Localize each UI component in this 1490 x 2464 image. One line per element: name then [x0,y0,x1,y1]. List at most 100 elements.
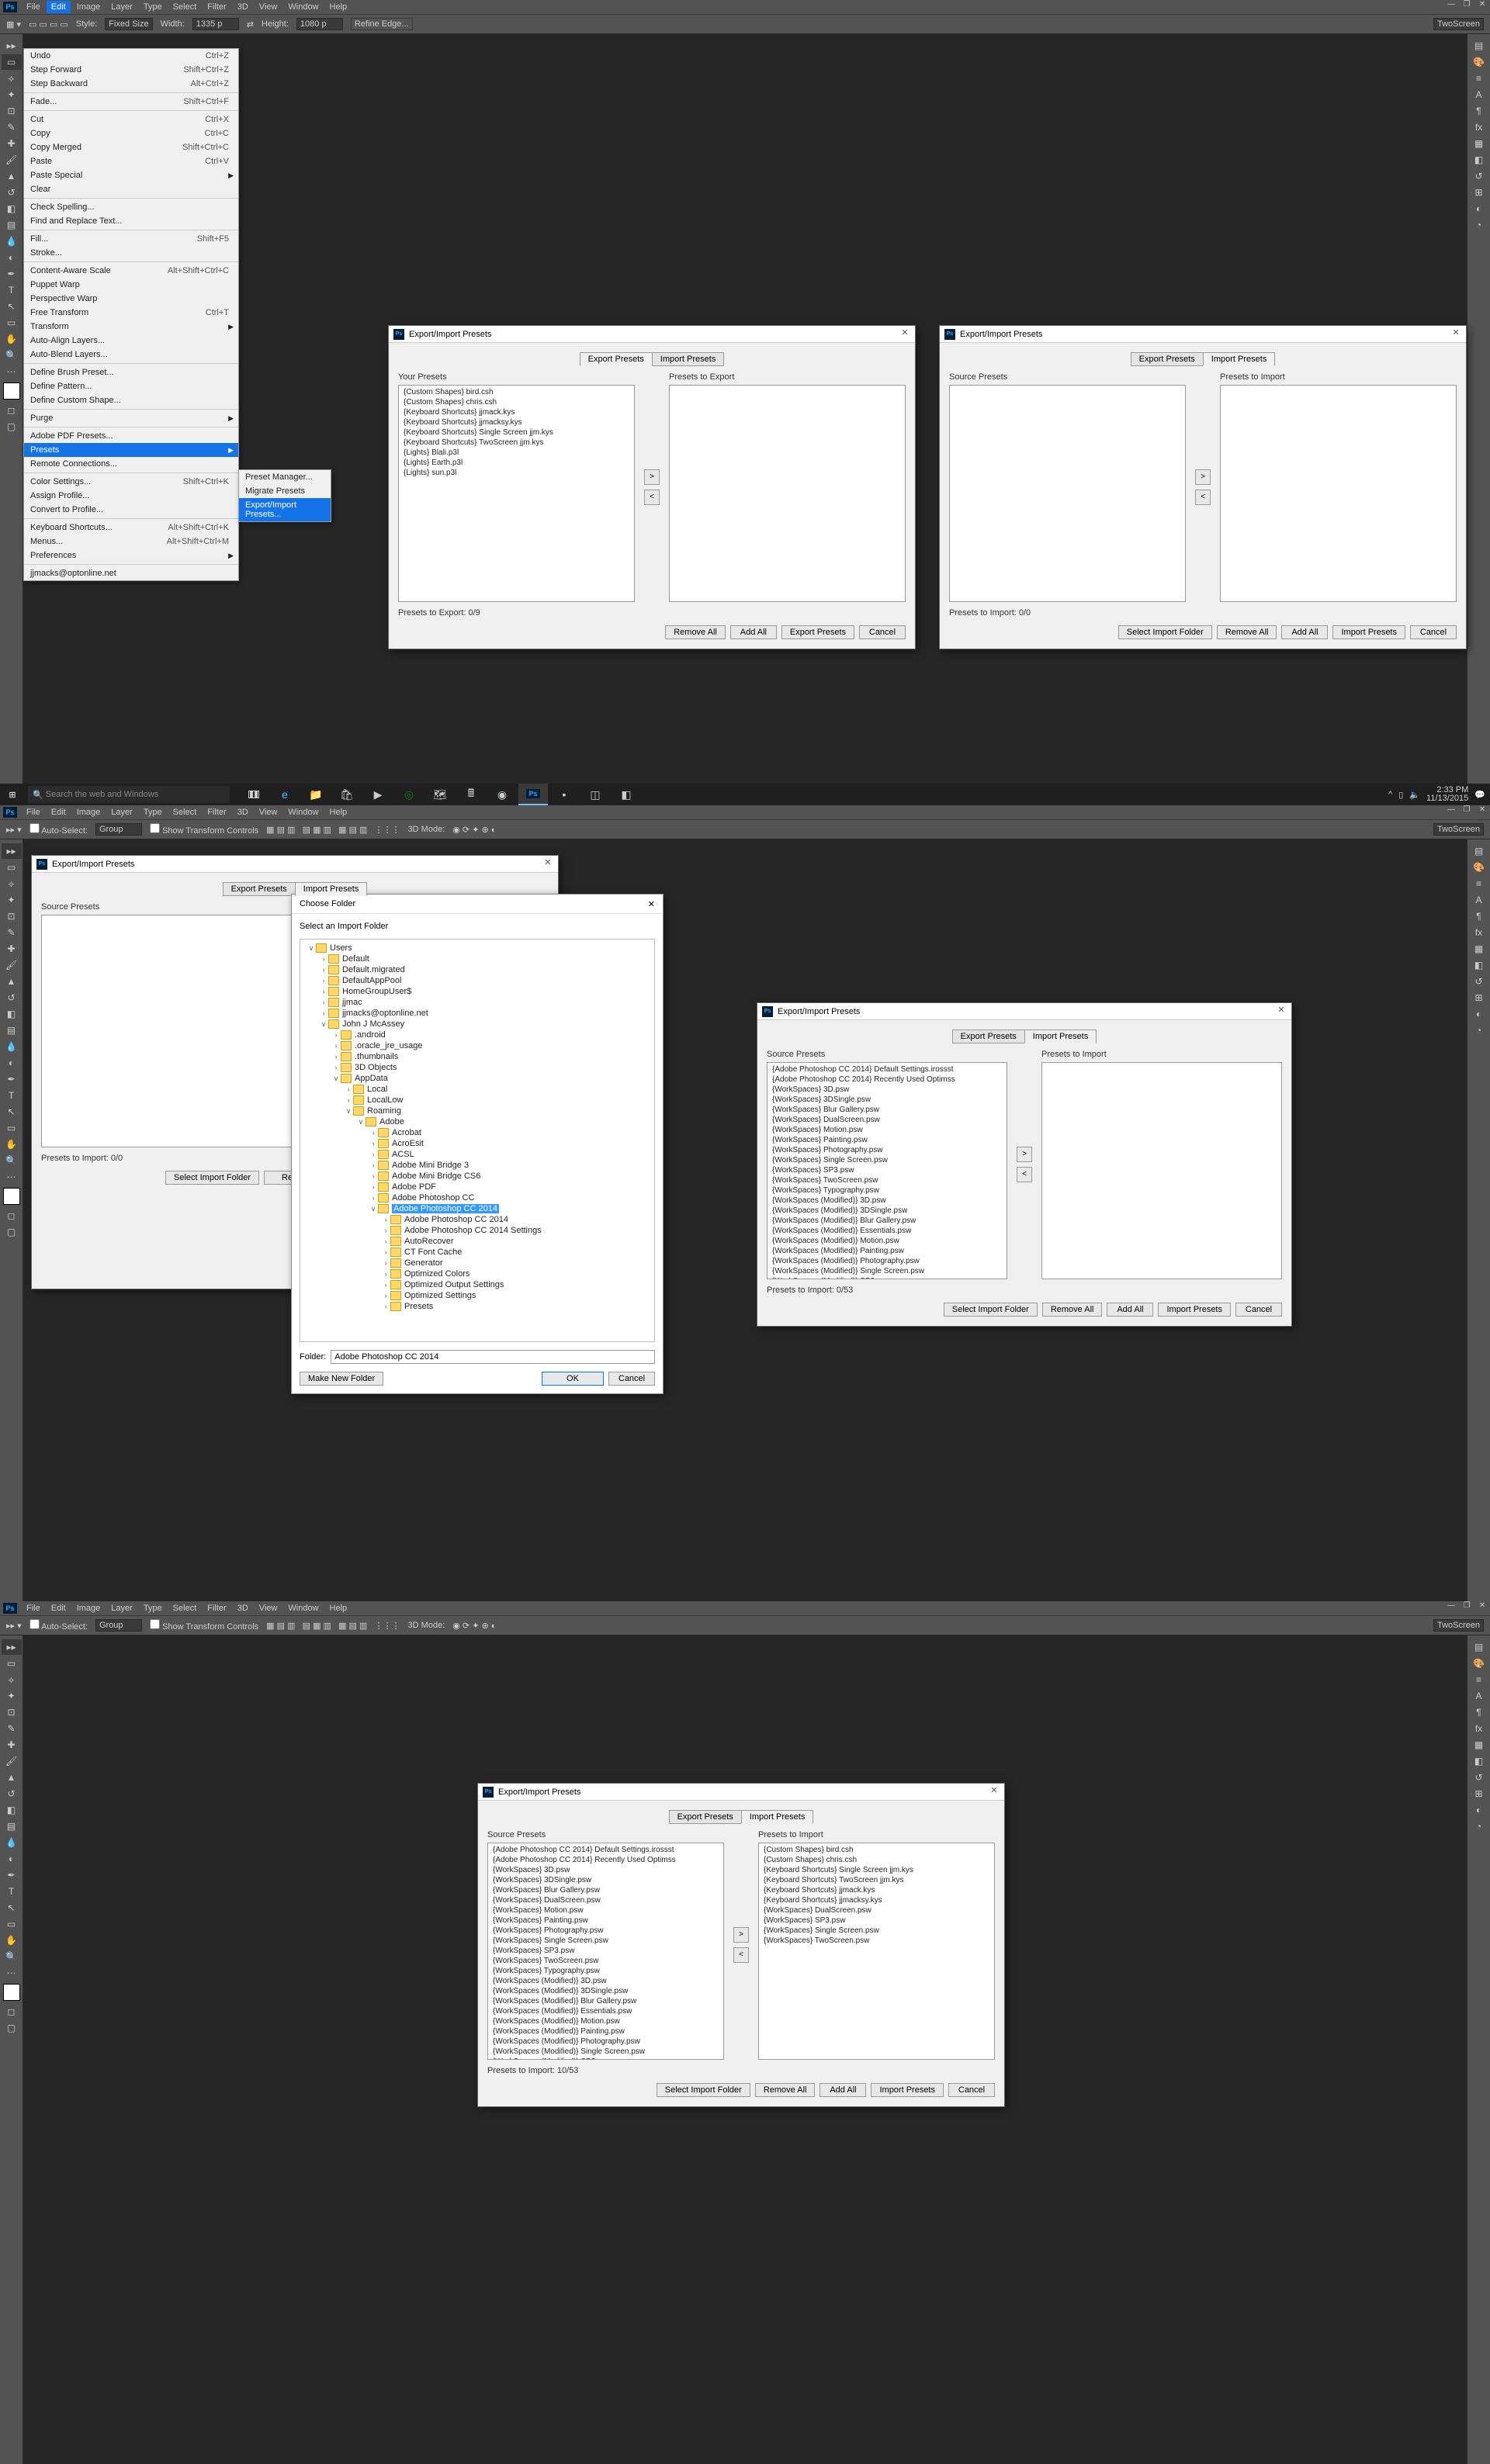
add-button[interactable]: > [644,469,660,485]
tree-row[interactable]: ›Presets [303,1301,651,1312]
tree-row[interactable]: ›Optimized Output Settings [303,1279,651,1290]
tree-row[interactable]: ›Adobe PDF [303,1182,651,1192]
menu-item[interactable]: Color Settings...Shift+Ctrl+K [24,475,238,489]
add-all-button[interactable]: Add All [1107,1303,1153,1317]
list-item[interactable]: {WorkSpaces (Modified)} Blur Gallery.psw [769,1216,1005,1226]
menu-item[interactable]: Purge▶ [24,411,238,425]
menu-filter[interactable]: Filter [203,806,230,818]
import-presets-button[interactable]: Import Presets [1158,1303,1231,1317]
list-item[interactable]: {WorkSpaces} 3D.psw [769,1085,1005,1095]
collapsed-panels[interactable]: ▤🎨≡ A¶fx ▦◧↺ ⊞◐◔ [1467,34,1490,784]
cancel-button[interactable]: Cancel [1410,625,1457,639]
menu-item[interactable]: Transform▶ [24,320,238,334]
presets-to-import-list[interactable] [1041,1062,1282,1279]
menu-item[interactable]: Step BackwardAlt+Ctrl+Z [24,77,238,91]
list-item[interactable]: {Lights} Blali.p3l [400,448,632,458]
menu-item[interactable]: Define Brush Preset... [24,365,238,379]
remove-button[interactable]: < [1195,490,1211,505]
remove-all-button[interactable]: Remove All [755,2083,816,2097]
list-item[interactable]: {WorkSpaces (Modified)} Single Screen.ps… [769,1266,1005,1276]
close-icon[interactable]: ✕ [1274,1005,1288,1017]
menu-item[interactable]: Copy MergedShift+Ctrl+C [24,140,238,154]
menu-item[interactable]: UndoCtrl+Z [24,49,238,63]
tree-row[interactable]: ›LocalLow [303,1095,651,1106]
menu-item[interactable]: Adobe PDF Presets... [24,429,238,443]
workspace-switcher[interactable]: TwoScreen [1433,823,1484,836]
list-item[interactable]: {WorkSpaces (Modified)} SP3.psw [769,1276,1005,1279]
remove-button[interactable]: < [1017,1167,1032,1182]
list-item[interactable]: {WorkSpaces} Photography.psw [490,1926,722,1936]
width-field[interactable]: 1335 p [192,18,239,30]
ok-button[interactable]: OK [542,1372,604,1386]
menu-item[interactable]: Define Custom Shape... [24,393,238,407]
menu-item[interactable]: Auto-Align Layers... [24,334,238,348]
menu-file[interactable]: File [22,806,45,818]
menu-item[interactable]: Menus...Alt+Shift+Ctrl+M [24,535,238,549]
submenu-item[interactable]: Export/Import Presets... [239,498,331,521]
list-item[interactable]: {Keyboard Shortcuts} jjmacksy.kys [761,1895,993,1905]
menu-layer[interactable]: Layer [106,806,137,818]
menu-item[interactable]: Fill...Shift+F5 [24,232,238,246]
list-item[interactable]: {WorkSpaces} DualScreen.psw [490,1895,722,1905]
folder-tree[interactable]: ∨Users›Default›Default.migrated›DefaultA… [300,939,655,1342]
cancel-button[interactable]: Cancel [1235,1303,1282,1317]
menu-window[interactable]: Window [283,1602,323,1614]
list-item[interactable]: {WorkSpaces} SP3.psw [761,1915,993,1926]
list-item[interactable]: {Custom Shapes} chris.csh [761,1855,993,1865]
menu-item[interactable]: Remote Connections... [24,457,238,471]
tree-row[interactable]: ›Default [303,953,651,964]
list-item[interactable]: {WorkSpaces} Typography.psw [490,1966,722,1976]
tray-battery-icon[interactable]: ▯ [1398,790,1403,800]
list-item[interactable]: {Adobe Photoshop CC 2014} Default Settin… [769,1064,1005,1075]
add-all-button[interactable]: Add All [730,625,777,639]
menu-filter[interactable]: Filter [203,1602,230,1614]
menu-window[interactable]: Window [283,1,323,13]
list-item[interactable]: {Custom Shapes} bird.csh [761,1845,993,1855]
tree-row[interactable]: ∨Users [303,943,651,953]
list-item[interactable]: {WorkSpaces} Motion.psw [490,1905,722,1915]
menu-edit[interactable]: Edit [47,1602,71,1614]
close-icon[interactable]: ✕ [987,1785,1001,1798]
blur-tool[interactable]: 💧 [2,234,22,249]
remove-all-button[interactable]: Remove All [1217,625,1277,639]
menu-item[interactable]: Stroke... [24,246,238,260]
source-presets-list[interactable]: {Adobe Photoshop CC 2014} Default Settin… [767,1062,1007,1279]
workspace-switcher[interactable]: TwoScreen [1433,18,1484,30]
tree-row[interactable]: ›Optimized Colors [303,1268,651,1279]
cancel-button[interactable]: Cancel [859,625,906,639]
close-icon[interactable]: ✕ [541,857,555,870]
list-item[interactable]: {WorkSpaces} Photography.psw [769,1145,1005,1155]
marquee-tool[interactable]: ▭ [2,54,22,70]
quickmask-toggle[interactable]: ◻ [2,403,22,418]
menu-item[interactable]: Free TransformCtrl+T [24,306,238,320]
list-item[interactable]: {WorkSpaces (Modified)} Motion.psw [769,1236,1005,1246]
menu-select[interactable]: Select [168,1,202,13]
tree-row[interactable]: ∨Adobe Photoshop CC 2014 [303,1203,651,1214]
list-item[interactable]: {WorkSpaces} SP3.psw [490,1946,722,1956]
start-button[interactable]: ⊞ [0,784,25,805]
remove-all-button[interactable]: Remove All [665,625,726,639]
source-presets-list[interactable] [949,385,1186,602]
list-item[interactable]: {WorkSpaces} Typography.psw [769,1185,1005,1196]
menu-item[interactable]: Step ForwardShift+Ctrl+Z [24,63,238,77]
list-item[interactable]: {WorkSpaces (Modified)} Painting.psw [490,2026,722,2037]
list-item[interactable]: {WorkSpaces (Modified)} Blur Gallery.psw [490,1996,722,2006]
menu-item[interactable]: Check Spelling... [24,200,238,214]
brush-tool[interactable]: 🖌 [2,152,22,168]
list-item[interactable]: {Custom Shapes} chris.csh [400,397,632,407]
submenu-item[interactable]: Migrate Presets [239,484,331,498]
list-item[interactable]: {Adobe Photoshop CC 2014} Recently Used … [769,1075,1005,1085]
menu-item[interactable]: PasteCtrl+V [24,154,238,168]
list-item[interactable]: {Lights} Earth.p3l [400,458,632,468]
tree-row[interactable]: ›Adobe Photoshop CC 2014 Settings [303,1225,651,1236]
pen-tool[interactable]: ✒ [2,266,22,282]
close-icon[interactable]: ✕ [898,327,912,340]
menu-select[interactable]: Select [168,806,202,818]
edit-toolbar[interactable]: ⋯ [2,364,22,379]
menu-view[interactable]: View [255,806,282,818]
list-item[interactable]: {WorkSpaces (Modified)} Essentials.psw [490,2006,722,2016]
export-presets-button[interactable]: Export Presets [781,625,854,639]
tree-row[interactable]: ›Local [303,1084,651,1095]
list-item[interactable]: {Keyboard Shortcuts} jjmacksy.kys [400,417,632,427]
tree-row[interactable]: ›jjmacks@optonline.net [303,1008,651,1019]
